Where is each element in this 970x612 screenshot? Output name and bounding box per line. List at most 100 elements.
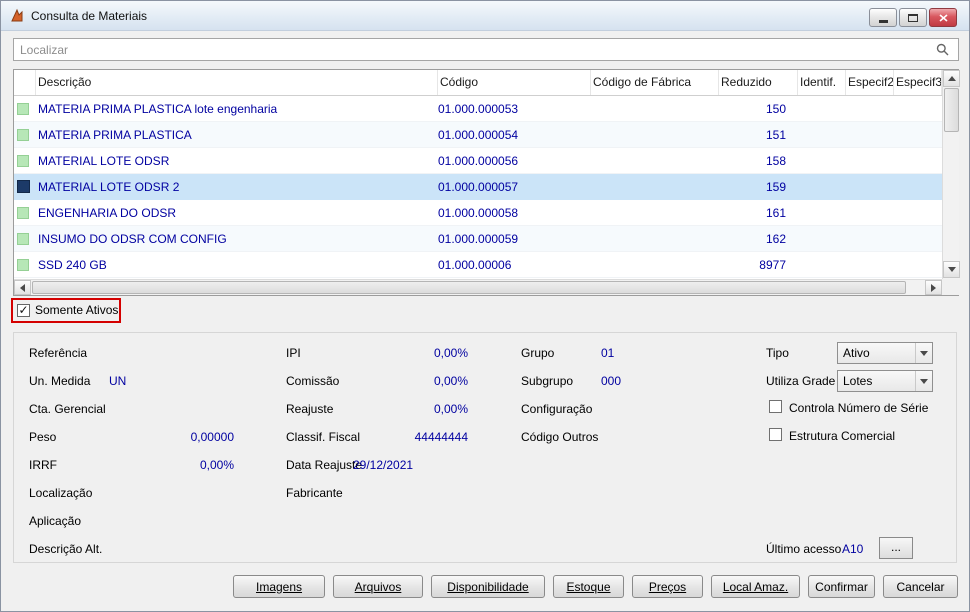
label-irrf: IRRF xyxy=(29,458,57,472)
cell-reduzido: 8977 xyxy=(759,257,786,272)
cell-reduzido: 158 xyxy=(765,153,786,168)
imagens-button[interactable]: Imagens xyxy=(233,575,325,598)
cell-reduzido: 161 xyxy=(765,205,786,220)
cell-reduzido: 162 xyxy=(765,231,786,246)
precos-button[interactable]: Preços xyxy=(632,575,703,598)
details-groupbox xyxy=(13,332,957,563)
value-un-medida: UN xyxy=(109,374,127,388)
arrow-up-icon xyxy=(947,76,956,81)
label-cta-gerencial: Cta. Gerencial xyxy=(29,402,106,416)
label-subgrupo: Subgrupo xyxy=(521,374,574,388)
cell-codigo: 01.000.000057 xyxy=(438,179,519,194)
header-codigo[interactable]: Código xyxy=(438,70,591,95)
arrow-left-icon xyxy=(20,283,25,292)
header-identif[interactable]: Identif. xyxy=(798,70,846,95)
controla-serie-checkbox[interactable] xyxy=(769,400,782,413)
checkbox-box[interactable]: ✓ xyxy=(17,303,30,317)
table-row-selected[interactable]: MATERIAL LOTE ODSR 2 01.000.000057 159 xyxy=(14,174,942,200)
utiliza-grade-dropdown[interactable]: Lotes xyxy=(837,370,933,392)
header-especif3[interactable]: Especif3 xyxy=(894,70,942,95)
table-row[interactable]: ENGENHARIA DO ODSR 01.000.000058 161 xyxy=(14,200,942,226)
ultimo-acesso-browse-button[interactable]: ... xyxy=(879,537,913,559)
material-status-icon xyxy=(17,258,29,271)
cell-descricao: MATERIAL LOTE ODSR 2 xyxy=(38,179,180,194)
search-input[interactable] xyxy=(13,38,959,61)
estrutura-comercial-checkbox[interactable] xyxy=(769,428,782,441)
cell-descricao: ENGENHARIA DO ODSR xyxy=(38,205,177,220)
label-classif-fiscal: Classif. Fiscal xyxy=(286,430,361,444)
tipo-dropdown[interactable]: Ativo xyxy=(837,342,933,364)
scroll-up-button[interactable] xyxy=(943,70,960,87)
maximize-button[interactable] xyxy=(899,8,927,27)
cell-codigo: 01.000.000056 xyxy=(438,153,519,168)
value-grupo: 01 xyxy=(601,346,615,360)
value-ultimo-acesso: A10 xyxy=(842,542,864,556)
label-referencia: Referência xyxy=(29,346,88,360)
arrow-down-icon xyxy=(947,267,956,272)
minimize-button[interactable] xyxy=(869,8,897,27)
window-title: Consulta de Materiais xyxy=(31,9,148,23)
scroll-left-button[interactable] xyxy=(14,280,31,295)
label-estrutura-comercial: Estrutura Comercial xyxy=(789,429,896,443)
cell-descricao: SSD 240 GB xyxy=(38,257,107,272)
cell-codigo: 01.000.000058 xyxy=(438,205,519,220)
confirmar-button[interactable]: Confirmar xyxy=(808,575,875,598)
cell-codigo: 01.000.000059 xyxy=(438,231,519,246)
table-row[interactable]: SSD 240 GB 01.000.00006 8977 xyxy=(14,252,942,278)
table-row[interactable]: MATERIA PRIMA PLASTICA lote engenharia 0… xyxy=(14,96,942,122)
vertical-scrollbar[interactable] xyxy=(942,70,960,279)
material-status-icon xyxy=(17,232,29,245)
chevron-down-icon[interactable] xyxy=(915,371,932,391)
material-status-icon xyxy=(17,206,29,219)
cell-reduzido: 151 xyxy=(765,127,786,142)
horizontal-scrollbar[interactable] xyxy=(14,279,942,295)
utiliza-grade-dropdown-value: Lotes xyxy=(843,374,873,388)
material-status-icon xyxy=(17,180,30,193)
footer-button-bar: Imagens Arquivos Disponibilidade Estoque… xyxy=(1,575,958,598)
disponibilidade-button[interactable]: Disponibilidade xyxy=(431,575,545,598)
search-icon xyxy=(936,43,949,61)
value-subgrupo: 000 xyxy=(601,374,622,388)
label-tipo: Tipo xyxy=(766,346,789,360)
value-comissao: 0,00% xyxy=(433,374,468,388)
material-status-icon xyxy=(17,154,29,167)
cell-reduzido: 159 xyxy=(765,179,786,194)
table-row[interactable]: MATERIAL LOTE ODSR 01.000.000056 158 xyxy=(14,148,942,174)
header-icon-column xyxy=(14,70,36,95)
value-data-reajuste: 29/12/2021 xyxy=(353,458,414,472)
label-configuracao: Configuração xyxy=(521,402,593,416)
tipo-dropdown-value: Ativo xyxy=(843,346,870,360)
header-descricao[interactable]: Descrição xyxy=(36,70,438,95)
chevron-down-icon[interactable] xyxy=(915,343,932,363)
cell-codigo: 01.000.000054 xyxy=(438,127,519,142)
cell-descricao: MATERIAL LOTE ODSR xyxy=(38,153,170,168)
arquivos-button[interactable]: Arquivos xyxy=(333,575,423,598)
scrollbar-corner xyxy=(942,279,959,295)
header-codigo-fabrica[interactable]: Código de Fábrica xyxy=(591,70,719,95)
scroll-right-button[interactable] xyxy=(925,280,942,295)
cell-codigo: 01.000.00006 xyxy=(438,257,512,272)
local-amaz-button[interactable]: Local Amaz. xyxy=(711,575,800,598)
horizontal-scroll-thumb[interactable] xyxy=(32,281,906,294)
estoque-button[interactable]: Estoque xyxy=(553,575,624,598)
label-codigo-outros: Código Outros xyxy=(521,430,599,444)
label-controla-serie: Controla Número de Série xyxy=(789,401,929,415)
label-fabricante: Fabricante xyxy=(286,486,343,500)
label-aplicacao: Aplicação xyxy=(29,514,82,528)
cancelar-button[interactable]: Cancelar xyxy=(883,575,958,598)
table-body: MATERIA PRIMA PLASTICA lote engenharia 0… xyxy=(14,96,942,278)
scroll-down-button[interactable] xyxy=(943,261,960,278)
header-reduzido[interactable]: Reduzido xyxy=(719,70,798,95)
vertical-scroll-thumb[interactable] xyxy=(944,88,959,132)
close-button[interactable] xyxy=(929,8,957,27)
label-peso: Peso xyxy=(29,430,57,444)
header-especif2[interactable]: Especif2 xyxy=(846,70,894,95)
table-row[interactable]: INSUMO DO ODSR COM CONFIG 01.000.000059 … xyxy=(14,226,942,252)
value-irrf: 0,00% xyxy=(199,458,234,472)
somente-ativos-label: Somente Ativos xyxy=(35,303,119,317)
somente-ativos-checkbox[interactable]: ✓ Somente Ativos xyxy=(17,303,118,317)
label-comissao: Comissão xyxy=(286,374,340,388)
material-status-icon xyxy=(17,128,29,141)
dialog-consulta-materiais: Consulta de Materiais Descrição Código C… xyxy=(0,0,970,612)
table-row[interactable]: MATERIA PRIMA PLASTICA 01.000.000054 151 xyxy=(14,122,942,148)
